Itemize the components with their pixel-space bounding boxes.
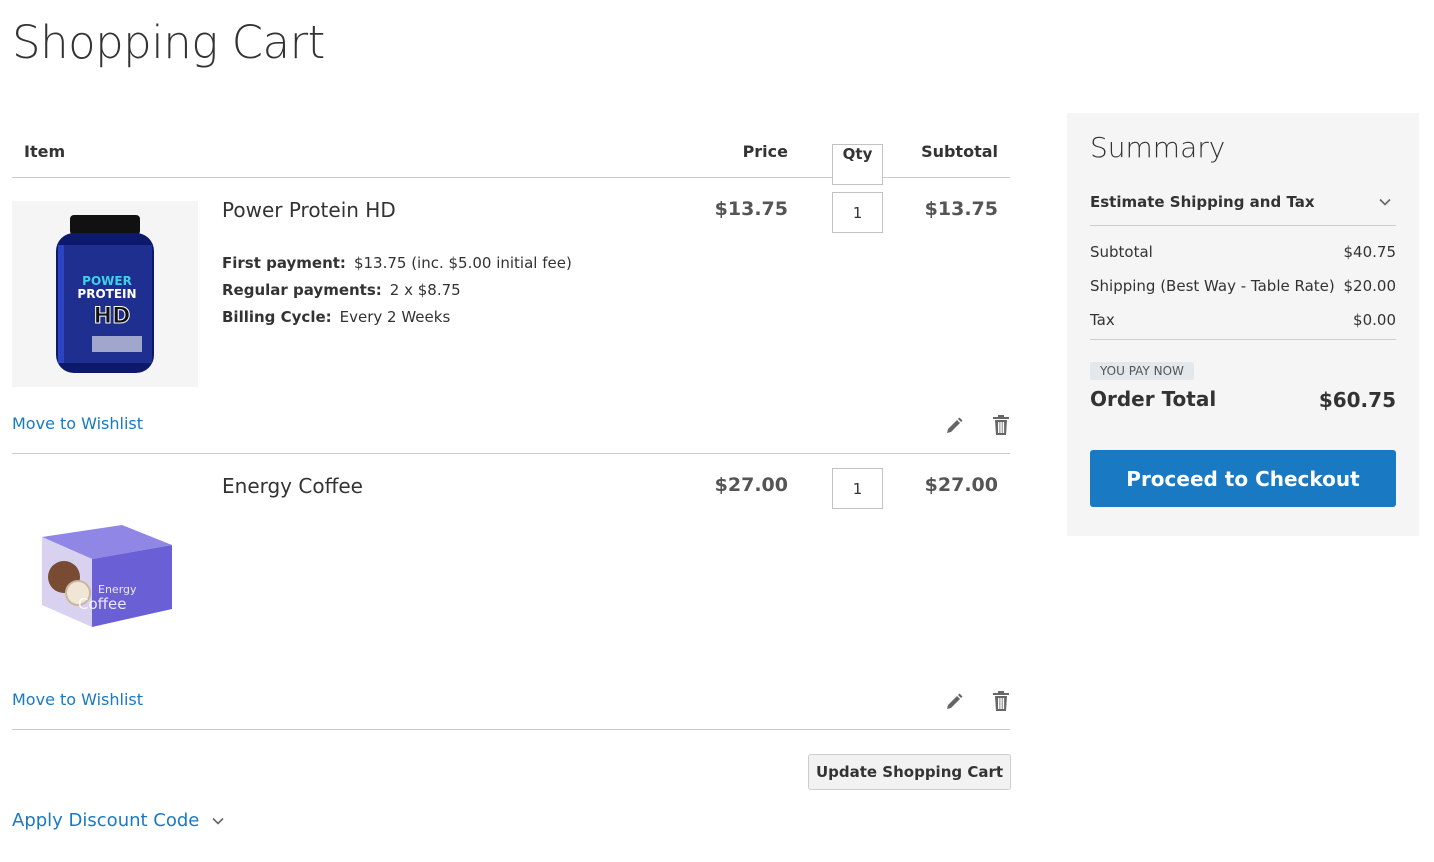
protein-jar-image: POWER PROTEIN HD [56, 215, 154, 373]
order-total-label: Order Total [1090, 387, 1217, 411]
quantity-input[interactable] [832, 468, 883, 509]
totals-value: $40.75 [1343, 243, 1397, 261]
jar-label-protein: PROTEIN [77, 287, 136, 301]
option-value: 2 x $8.75 [389, 281, 461, 299]
jar-label-power: POWER [82, 274, 132, 288]
chevron-down-icon [1379, 198, 1391, 206]
chevron-down-icon [212, 817, 224, 825]
order-summary: Summary Estimate Shipping and Tax Subtot… [1067, 113, 1419, 536]
you-pay-now-badge: YOU PAY NOW [1090, 362, 1194, 380]
totals-label: Subtotal [1090, 243, 1153, 261]
totals-label: Tax [1090, 311, 1115, 329]
totals-table: Subtotal $40.75 Shipping (Best Way - Tabl… [1090, 239, 1396, 341]
column-header-item: Item [24, 142, 66, 161]
totals-row-subtotal: Subtotal $40.75 [1090, 239, 1396, 273]
totals-row-shipping: Shipping (Best Way - Table Rate) $20.00 [1090, 273, 1396, 307]
product-price: $27.00 [714, 474, 788, 496]
option-value: $13.75 (inc. $5.00 initial fee) [353, 254, 572, 272]
page-title: Shopping Cart [12, 16, 325, 69]
coffee-box-image: Energy Coffee [42, 525, 172, 627]
move-to-wishlist-link[interactable]: Move to Wishlist [12, 690, 143, 709]
option-value: Every 2 Weeks [339, 308, 451, 326]
cart-item-row: POWER PROTEIN HD Power Protein HD $13.75… [12, 178, 1010, 454]
option-regular-payments: Regular payments: 2 x $8.75 [222, 277, 572, 304]
update-shopping-cart-button[interactable]: Update Shopping Cart [808, 754, 1011, 790]
box-label-coffee: Coffee [78, 595, 126, 613]
product-subtotal: $13.75 [924, 198, 998, 220]
edit-icon[interactable] [944, 692, 964, 712]
estimate-shipping-label: Estimate Shipping and Tax [1090, 193, 1315, 211]
cart-item-row: Energy Coffee Energy Coffee $27.00 $27.0… [12, 454, 1010, 730]
summary-title: Summary [1090, 131, 1226, 164]
column-header-subtotal: Subtotal [921, 142, 998, 161]
jar-label-hd: HD [94, 304, 131, 329]
product-image-energy-coffee[interactable]: Energy Coffee [12, 477, 198, 663]
product-name[interactable]: Power Protein HD [222, 198, 396, 222]
totals-label: Shipping (Best Way - Table Rate) [1090, 277, 1335, 295]
quantity-input[interactable] [832, 192, 883, 233]
estimate-shipping-toggle[interactable]: Estimate Shipping and Tax [1090, 179, 1396, 226]
option-label: Regular payments: [222, 281, 382, 299]
option-first-payment: First payment: $13.75 (inc. $5.00 initial… [222, 250, 572, 277]
cart-table: Item Price Qty Subtotal POWER PROTEIN HD… [12, 130, 1010, 730]
totals-row-tax: Tax $0.00 [1090, 307, 1396, 341]
totals-divider [1090, 339, 1396, 340]
cart-table-header: Item Price Qty Subtotal [12, 130, 1010, 185]
product-image-power-protein[interactable]: POWER PROTEIN HD [12, 201, 198, 387]
edit-icon[interactable] [944, 416, 964, 436]
product-name[interactable]: Energy Coffee [222, 474, 363, 498]
totals-value: $20.00 [1343, 277, 1397, 295]
option-label: Billing Cycle: [222, 308, 332, 326]
column-header-price: Price [742, 142, 788, 161]
trash-icon[interactable] [991, 690, 1011, 712]
product-subtotal: $27.00 [924, 474, 998, 496]
option-label: First payment: [222, 254, 346, 272]
option-billing-cycle: Billing Cycle: Every 2 Weeks [222, 304, 572, 331]
apply-discount-code-toggle[interactable]: Apply Discount Code [12, 810, 225, 831]
trash-icon[interactable] [991, 414, 1011, 436]
apply-discount-code-label: Apply Discount Code [12, 810, 200, 831]
product-price: $13.75 [714, 198, 788, 220]
proceed-to-checkout-button[interactable]: Proceed to Checkout [1090, 450, 1396, 507]
product-options: First payment: $13.75 (inc. $5.00 initial… [222, 250, 572, 331]
move-to-wishlist-link[interactable]: Move to Wishlist [12, 414, 143, 433]
totals-value: $0.00 [1353, 311, 1396, 329]
order-total-value: $60.75 [1318, 388, 1396, 412]
